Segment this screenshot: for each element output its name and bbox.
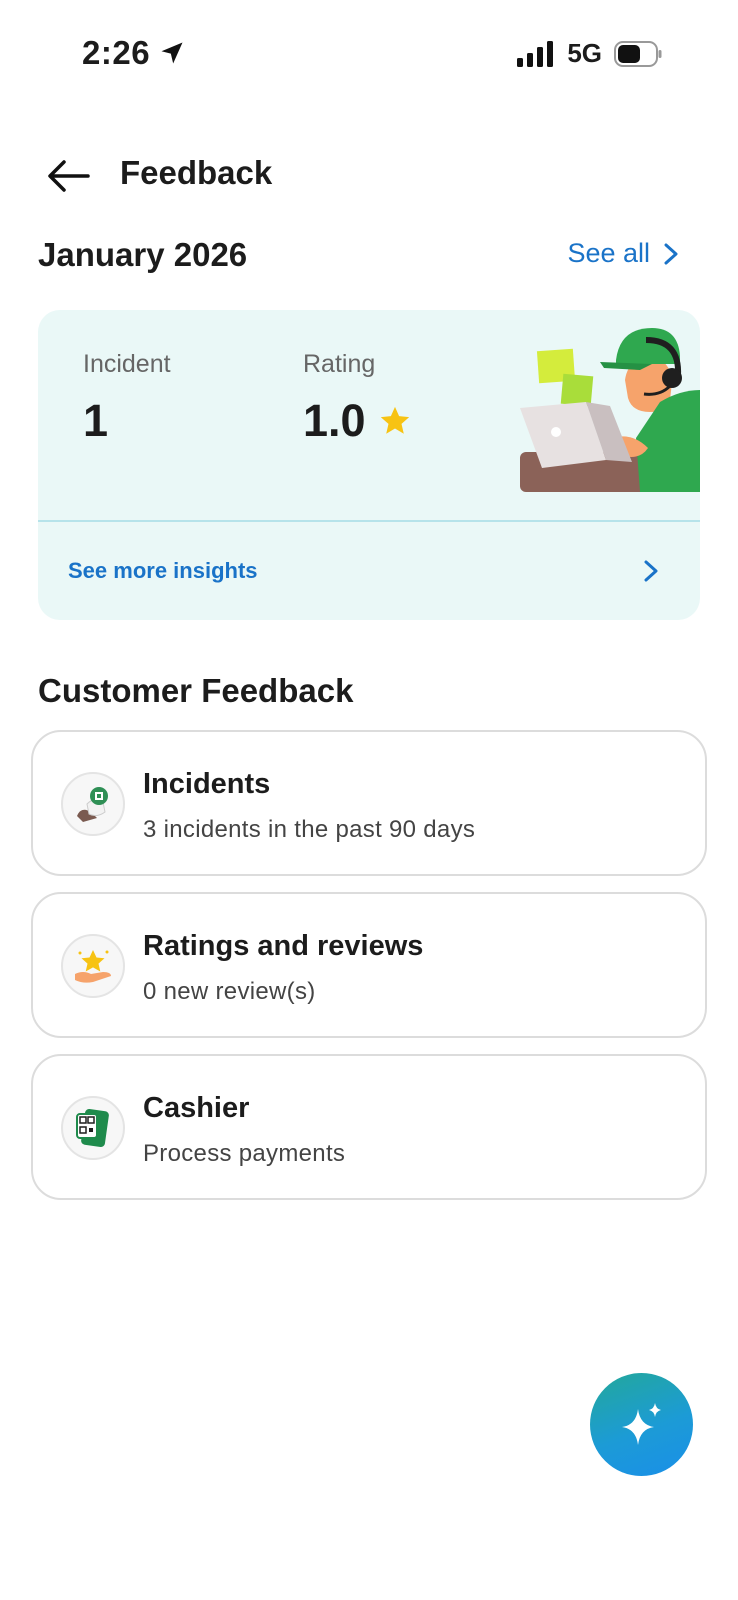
incidents-title: Incidents [143,768,271,800]
incident-count: 1 [83,395,109,446]
month-row: January 2026 See all [38,232,680,282]
cashier-card[interactable]: Cashier Process payments [31,1054,707,1200]
incident-icon [77,787,108,822]
location-arrow-icon [161,42,183,64]
network-type: 5G [567,38,602,68]
customer-feedback-title: Customer Feedback [38,672,354,709]
sparkle-icon [621,1402,661,1445]
incident-value: 1 [83,395,171,447]
qr-phone-icon-wrap [61,1096,125,1160]
support-agent-illustration [520,328,700,492]
rating-stat: Rating 1.0 [303,350,412,447]
status-indicators: 5G [517,38,662,69]
chevron-right-icon [644,560,658,582]
star-hand-icon [75,950,111,983]
chevron-right-icon [664,243,678,264]
qr-phone-icon [76,1109,109,1147]
cellular-signal-icon [517,40,554,67]
cashier-subtitle: Process payments [143,1140,346,1167]
page-title: Feedback [120,154,273,191]
star-hand-icon-wrap [61,934,125,998]
arrow-left-icon [48,160,90,192]
rating-number: 1.0 [303,395,366,446]
status-time-text: 2:26 [82,34,151,71]
incident-stat: Incident 1 [83,350,171,447]
ratings-reviews-subtitle: 0 new review(s) [143,978,316,1005]
incidents-subtitle: 3 incidents in the past 90 days [143,816,476,843]
app-header: Feedback [0,140,738,210]
monthly-summary-card: Incident 1 Rating 1.0 See more insights [38,310,700,620]
see-all-link[interactable]: See all [567,238,680,269]
status-time: 2:26 [82,34,186,72]
rating-label: Rating [303,350,376,378]
battery-icon [614,40,662,67]
see-all-label: See all [567,238,650,268]
back-button[interactable] [40,148,96,204]
star-icon [380,406,409,434]
insights-label: See more insights [68,558,258,583]
status-bar: 2:26 5G [0,0,738,110]
cashier-title: Cashier [143,1092,250,1124]
incidents-card[interactable]: Incidents 3 incidents in the past 90 day… [31,730,707,876]
ai-assistant-button[interactable] [590,1373,693,1476]
month-title: January 2026 [38,236,248,273]
rating-value: 1.0 [303,395,412,447]
ratings-reviews-card[interactable]: Ratings and reviews 0 new review(s) [31,892,707,1038]
ratings-reviews-title: Ratings and reviews [143,930,424,962]
incident-label: Incident [83,350,171,378]
incident-icon-wrap [61,772,125,836]
see-more-insights-link[interactable]: See more insights [38,522,700,620]
